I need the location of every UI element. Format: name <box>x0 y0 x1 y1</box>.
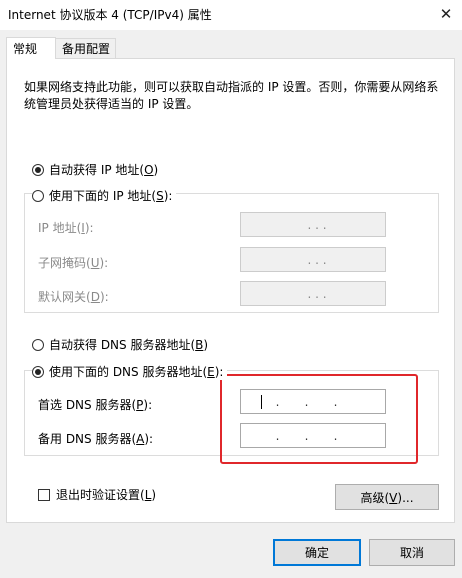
default-gateway-input[interactable]: . . . <box>240 281 386 306</box>
subnet-mask-value: . . . <box>307 252 327 267</box>
radio-indicator <box>32 189 44 202</box>
radio-label: 使用下面的 DNS 服务器地址(E): <box>49 365 224 379</box>
ip-address-label: IP 地址(I): <box>38 221 94 235</box>
default-gateway-value: . . . <box>307 286 327 301</box>
radio-manual-ip[interactable]: 使用下面的 IP 地址(S): <box>32 187 177 204</box>
default-gateway-label: 默认网关(D): <box>38 290 109 304</box>
subnet-mask-label: 子网掩码(U): <box>38 256 109 270</box>
button-label: 高级(V)... <box>360 490 414 505</box>
advanced-button[interactable]: 高级(V)... <box>335 484 439 510</box>
ip-address-value: . . . <box>307 217 327 232</box>
subnet-mask-input[interactable]: . . . <box>240 247 386 272</box>
highlight-rectangle <box>220 374 418 464</box>
ok-button[interactable]: 确定 <box>273 539 361 566</box>
radio-indicator <box>32 365 44 378</box>
radio-auto-ip[interactable]: 自动获得 IP 地址(O) <box>32 161 163 178</box>
window-title: Internet 协议版本 4 (TCP/IPv4) 属性 <box>8 8 212 22</box>
tab-alternate-configuration[interactable]: 备用配置 <box>56 38 116 59</box>
tab-general[interactable]: 常规 <box>6 37 56 59</box>
tab-label: 常规 <box>13 42 38 56</box>
radio-auto-dns[interactable]: 自动获得 DNS 服务器地址(B) <box>32 336 213 353</box>
tab-label: 备用配置 <box>62 42 111 56</box>
radio-indicator <box>32 338 44 351</box>
checkbox-label: 退出时验证设置(L) <box>56 488 157 502</box>
radio-label: 使用下面的 IP 地址(S): <box>49 189 173 203</box>
preferred-dns-label: 首选 DNS 服务器(P): <box>38 398 153 412</box>
radio-label: 自动获得 IP 地址(O) <box>49 163 159 177</box>
description-text: 如果网络支持此功能，则可以获取自动指派的 IP 设置。否则，你需要从网络系统管理… <box>24 80 439 111</box>
ip-address-input[interactable]: . . . <box>240 212 386 237</box>
radio-indicator <box>32 163 44 176</box>
radio-manual-dns[interactable]: 使用下面的 DNS 服务器地址(E): <box>32 363 228 380</box>
validate-settings-checkbox[interactable]: 退出时验证设置(L) <box>38 486 156 503</box>
checkbox-box <box>38 488 50 501</box>
radio-label: 自动获得 DNS 服务器地址(B) <box>49 338 209 352</box>
close-icon[interactable]: ✕ <box>430 0 462 28</box>
cancel-button[interactable]: 取消 <box>369 539 455 566</box>
alternate-dns-label: 备用 DNS 服务器(A): <box>38 432 154 446</box>
